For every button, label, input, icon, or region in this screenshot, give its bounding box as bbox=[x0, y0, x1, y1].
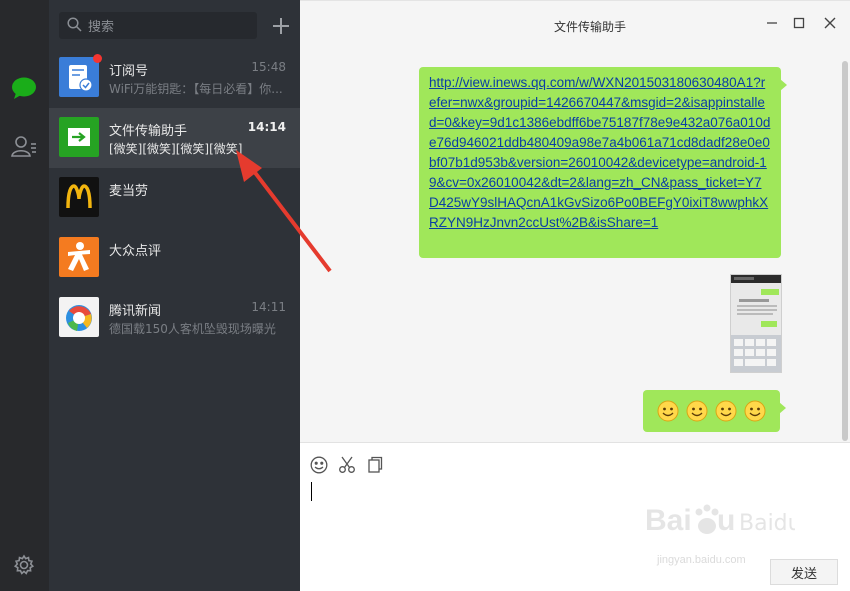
conversation-pane: 文件传输助手 http://view.inews.qq.com/w/WXN201… bbox=[300, 0, 850, 591]
emoji-icon bbox=[310, 456, 328, 474]
smiley-icon bbox=[657, 400, 679, 422]
watermark-url: jingyan.baidu.com bbox=[657, 554, 746, 566]
screenshot-button[interactable] bbox=[337, 455, 357, 475]
navigation-rail bbox=[0, 0, 49, 591]
maximize-button[interactable] bbox=[789, 13, 809, 33]
gear-icon[interactable] bbox=[10, 551, 38, 579]
mcdonalds-logo bbox=[59, 177, 99, 217]
emoji-button[interactable] bbox=[309, 455, 329, 475]
chat-bubble-icon[interactable] bbox=[10, 74, 38, 102]
chat-name: 文件传输助手 bbox=[109, 124, 188, 139]
unread-badge bbox=[93, 54, 102, 63]
minimize-icon bbox=[767, 22, 777, 24]
emoji-message-bubble bbox=[643, 390, 786, 432]
chat-time: 14:14 bbox=[247, 120, 286, 134]
link-message-bubble: http://view.inews.qq.com/w/WXN2015031806… bbox=[419, 67, 787, 258]
close-button[interactable] bbox=[820, 13, 840, 33]
image-message-thumbnail[interactable] bbox=[730, 274, 782, 373]
chat-preview: WiFi万能钥匙：【每日必看】你... bbox=[109, 82, 283, 96]
chat-name: 麦当劳 bbox=[109, 184, 149, 199]
svg-text:Bai: Bai bbox=[645, 504, 692, 537]
text-caret bbox=[311, 482, 312, 501]
chat-list-panel: 搜索 订阅号 15:48 WiFi万能钥匙：【每日必看】你... 文件传输助手 … bbox=[49, 0, 300, 591]
search-icon bbox=[67, 16, 82, 35]
minimize-button[interactable] bbox=[762, 13, 782, 33]
chat-preview: [微笑][微笑][微笑][微笑] bbox=[109, 142, 243, 156]
subscription-icon bbox=[59, 54, 102, 97]
send-button[interactable]: 发送 bbox=[770, 559, 838, 585]
chat-name: 大众点评 bbox=[109, 244, 162, 259]
chat-time: 15:48 bbox=[251, 60, 286, 74]
message-link[interactable]: http://view.inews.qq.com/w/WXN2015031806… bbox=[429, 73, 771, 233]
file-transfer-icon bbox=[59, 117, 99, 157]
chat-item-dianping[interactable]: 大众点评 bbox=[49, 228, 300, 288]
send-file-button[interactable] bbox=[365, 455, 385, 475]
maximize-icon bbox=[793, 17, 805, 29]
chat-item-file-transfer[interactable]: 文件传输助手 14:14 [微笑][微笑][微笑][微笑] bbox=[49, 108, 300, 168]
chat-preview: 德国载150人客机坠毁现场曝光 bbox=[109, 322, 276, 336]
search-input[interactable]: 搜索 bbox=[59, 12, 257, 39]
chat-time: 14:11 bbox=[251, 300, 286, 314]
chat-item-tencent-news[interactable]: 腾讯新闻 14:11 德国载150人客机坠毁现场曝光 bbox=[49, 288, 300, 348]
chat-name: 腾讯新闻 bbox=[109, 304, 162, 319]
message-scrollbar[interactable] bbox=[842, 61, 848, 441]
svg-text:Baidu 经验: Baidu 经验 bbox=[739, 511, 795, 536]
scissors-icon bbox=[339, 456, 355, 473]
smiley-icon bbox=[715, 400, 737, 422]
contacts-icon[interactable] bbox=[10, 132, 38, 160]
add-chat-button[interactable] bbox=[269, 12, 293, 39]
search-placeholder: 搜索 bbox=[88, 20, 115, 35]
chat-item-mcdonalds[interactable]: 麦当劳 bbox=[49, 168, 300, 228]
message-input-area: Bai u Baidu 经验 jingyan.baidu.com 发送 bbox=[300, 442, 850, 591]
tencent-news-logo bbox=[59, 297, 99, 337]
smiley-icon bbox=[686, 400, 708, 422]
file-icon bbox=[368, 456, 383, 473]
chat-item-subscriptions[interactable]: 订阅号 15:48 WiFi万能钥匙：【每日必看】你... bbox=[49, 48, 300, 108]
dianping-logo bbox=[59, 237, 99, 277]
close-icon bbox=[824, 17, 836, 29]
plus-icon bbox=[273, 17, 289, 34]
svg-text:u: u bbox=[717, 504, 735, 537]
smiley-icon bbox=[744, 400, 766, 422]
chat-name: 订阅号 bbox=[109, 64, 149, 79]
